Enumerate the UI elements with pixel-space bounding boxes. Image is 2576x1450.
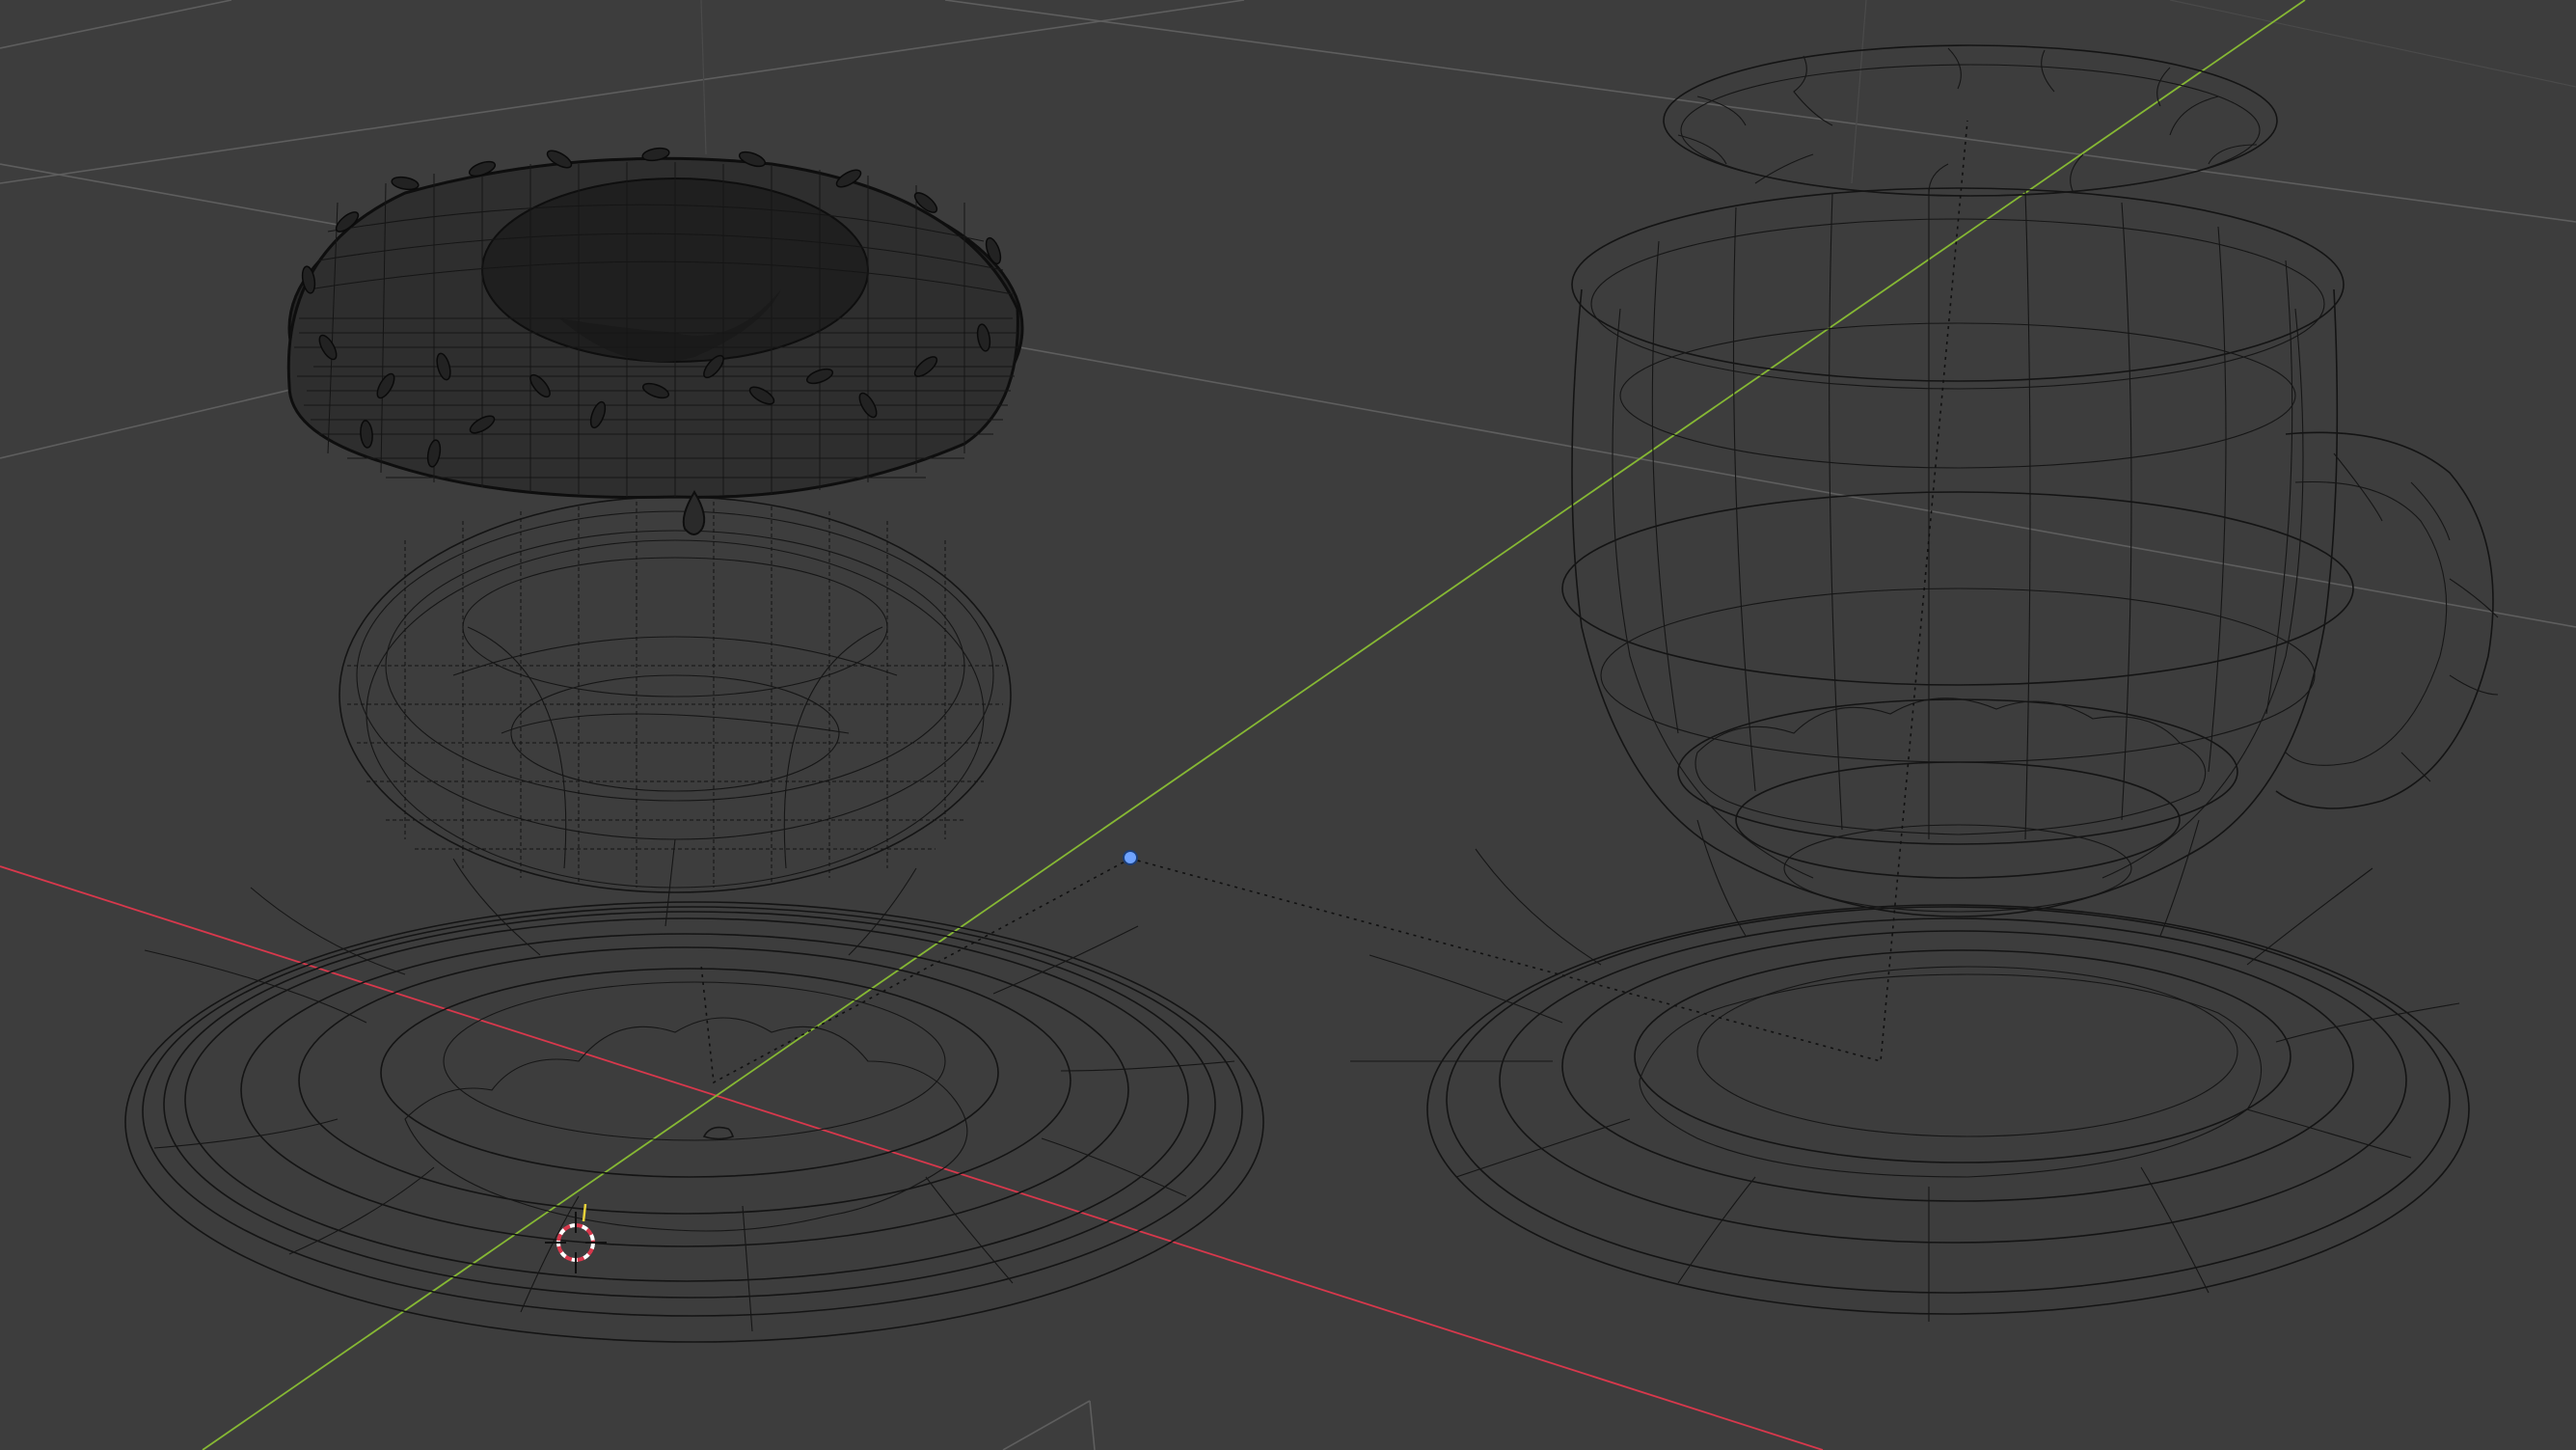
viewport-canvas[interactable] [0, 0, 2576, 1450]
3d-viewport[interactable] [0, 0, 2576, 1450]
light-icon[interactable] [1123, 850, 1138, 865]
